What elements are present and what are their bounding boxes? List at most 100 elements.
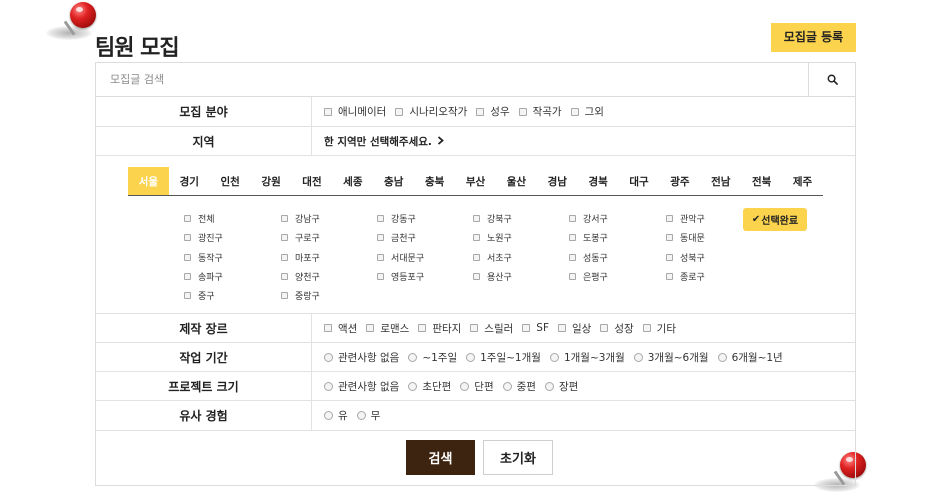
district-option[interactable]: 구로구: [281, 231, 320, 244]
district-option[interactable]: 중랑구: [281, 289, 320, 302]
checkbox[interactable]: [569, 273, 576, 280]
checkbox[interactable]: [522, 324, 531, 332]
size-option[interactable]: 단편: [460, 379, 494, 394]
district-option[interactable]: 금천구: [377, 231, 416, 244]
district-option[interactable]: 중구: [184, 289, 215, 302]
genre-option[interactable]: SF: [522, 322, 549, 334]
checkbox[interactable]: [470, 324, 479, 332]
field-option[interactable]: 애니메이터: [324, 104, 386, 119]
checkbox[interactable]: [281, 273, 288, 280]
checkbox[interactable]: [473, 273, 480, 280]
radio[interactable]: [717, 352, 727, 362]
radio[interactable]: [324, 411, 333, 420]
district-option[interactable]: 양천구: [281, 270, 320, 283]
district-option[interactable]: 서대문구: [377, 251, 424, 264]
search-input[interactable]: [96, 63, 808, 96]
checkbox[interactable]: [281, 215, 288, 222]
district-option[interactable]: 은평구: [569, 270, 608, 283]
district-option[interactable]: 동대문: [666, 231, 705, 244]
genre-option[interactable]: 기타: [642, 321, 676, 336]
checkbox[interactable]: [569, 254, 576, 261]
region-tab[interactable]: 전남: [700, 167, 741, 195]
checkbox[interactable]: [184, 254, 191, 261]
checkbox[interactable]: [473, 215, 480, 222]
field-option[interactable]: 작곡가: [518, 104, 562, 119]
checkbox[interactable]: [569, 234, 576, 241]
period-option[interactable]: ~1주일: [408, 350, 457, 365]
checkbox[interactable]: [377, 234, 384, 241]
checkbox[interactable]: [418, 324, 427, 332]
region-tab[interactable]: 인천: [210, 167, 251, 195]
checkbox[interactable]: [666, 254, 673, 261]
period-option[interactable]: 3개월~6개월: [633, 350, 709, 365]
district-option[interactable]: 강남구: [281, 212, 320, 225]
field-option[interactable]: 성우: [476, 104, 510, 119]
district-option[interactable]: 서초구: [473, 251, 512, 264]
district-option[interactable]: 강서구: [569, 212, 608, 225]
radio[interactable]: [466, 352, 476, 362]
region-tab[interactable]: 경북: [578, 167, 619, 195]
region-tab[interactable]: 대구: [619, 167, 660, 195]
size-option[interactable]: 초단편: [408, 379, 451, 394]
region-tab[interactable]: 광주: [659, 167, 700, 195]
checkbox[interactable]: [395, 107, 404, 116]
checkbox[interactable]: [666, 273, 673, 280]
region-tab[interactable]: 충남: [373, 167, 414, 195]
district-option[interactable]: 성북구: [666, 251, 705, 264]
radio[interactable]: [544, 381, 554, 391]
district-option[interactable]: 영등포구: [377, 270, 424, 283]
checkbox[interactable]: [281, 292, 288, 299]
district-option[interactable]: 송파구: [184, 270, 223, 283]
radio[interactable]: [408, 381, 418, 391]
district-option[interactable]: 동작구: [184, 251, 223, 264]
period-option[interactable]: 6개월~1년: [717, 350, 783, 365]
region-tab[interactable]: 서울: [128, 167, 169, 195]
radio[interactable]: [502, 381, 512, 391]
region-tab[interactable]: 전북: [741, 167, 782, 195]
genre-option[interactable]: 액션: [324, 321, 357, 336]
period-option[interactable]: 1개월~3개월: [549, 350, 625, 365]
select-done-button[interactable]: ✔ 선택완료: [743, 208, 807, 231]
checkbox[interactable]: [518, 107, 527, 116]
district-option[interactable]: 강북구: [473, 212, 512, 225]
size-option[interactable]: 장편: [544, 379, 578, 394]
period-option[interactable]: 관련사항 없음: [324, 350, 399, 365]
checkbox[interactable]: [558, 324, 566, 332]
region-tab[interactable]: 경남: [537, 167, 578, 195]
search-submit-button[interactable]: 검색: [406, 440, 475, 475]
checkbox[interactable]: [377, 254, 384, 261]
genre-option[interactable]: 스릴러: [470, 321, 513, 336]
checkbox[interactable]: [366, 324, 375, 332]
search-button[interactable]: [808, 63, 855, 96]
checkbox[interactable]: [666, 215, 673, 222]
checkbox[interactable]: [324, 324, 332, 332]
experience-option[interactable]: 유: [324, 408, 348, 423]
genre-option[interactable]: 로맨스: [366, 321, 409, 336]
district-option[interactable]: 마포구: [281, 251, 320, 264]
region-tab[interactable]: 경기: [169, 167, 210, 195]
region-tab[interactable]: 세종: [332, 167, 373, 195]
checkbox[interactable]: [281, 234, 288, 241]
checkbox[interactable]: [184, 234, 191, 241]
period-option[interactable]: 1주일~1개월: [466, 350, 541, 365]
checkbox[interactable]: [281, 254, 288, 261]
checkbox[interactable]: [600, 324, 609, 332]
checkbox[interactable]: [184, 273, 191, 280]
checkbox[interactable]: [473, 254, 480, 261]
region-selector[interactable]: 한 지역만 선택해주세요.: [324, 127, 444, 155]
region-tab[interactable]: 충북: [414, 167, 455, 195]
register-post-button[interactable]: 모집글 등록: [771, 23, 856, 52]
checkbox[interactable]: [324, 107, 332, 116]
district-option[interactable]: 종로구: [666, 270, 705, 283]
checkbox[interactable]: [184, 292, 191, 299]
field-option[interactable]: 그외: [570, 104, 604, 119]
region-tab[interactable]: 강원: [251, 167, 292, 195]
checkbox[interactable]: [473, 234, 480, 241]
genre-option[interactable]: 판타지: [418, 321, 461, 336]
region-tab[interactable]: 부산: [455, 167, 496, 195]
checkbox[interactable]: [184, 215, 191, 222]
checkbox[interactable]: [377, 215, 384, 222]
region-tab[interactable]: 울산: [496, 167, 537, 195]
size-option[interactable]: 중편: [502, 379, 536, 394]
checkbox[interactable]: [642, 324, 651, 332]
